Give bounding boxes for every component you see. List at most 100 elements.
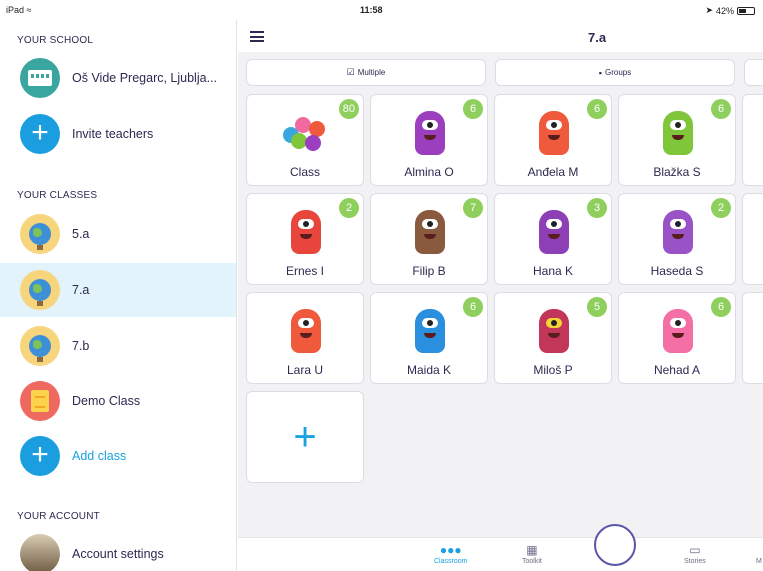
wifi-icon: ≈ (26, 5, 32, 15)
sidebar-item-demo-class[interactable]: Demo Class (0, 374, 236, 428)
student-card-partial[interactable] (742, 193, 763, 285)
monster-avatar (539, 309, 569, 353)
page-title: 7.a (588, 30, 607, 45)
clock: 11:58 (360, 5, 383, 15)
points-badge: 80 (338, 99, 359, 119)
points-badge: 3 (587, 198, 607, 218)
grid-icon: ▪ (598, 67, 602, 78)
points-badge: 5 (587, 297, 607, 317)
tab-stories[interactable]: ▭ Stories (684, 542, 706, 565)
class-label: 5.a (72, 227, 90, 241)
student-card[interactable]: 6 Anđela M (494, 94, 612, 186)
monster-avatar (539, 111, 569, 155)
add-student-button[interactable]: + (246, 391, 364, 483)
checkbox-icon: ☑ (346, 67, 355, 77)
bottom-tab-bar: ●●● Classroom ▦ Toolkit ▭ Stories M (238, 524, 763, 571)
globe-icon (20, 270, 60, 310)
student-name: Maida K (406, 363, 452, 377)
points-badge: 6 (587, 99, 607, 119)
account-section-title: YOUR ACCOUNT (17, 511, 100, 522)
points-badge: 2 (339, 198, 359, 218)
student-name: Class (289, 165, 320, 179)
student-name: Lara U (286, 363, 324, 377)
main-panel: 7.a ☑ Multiple ▪ Groups 80 Class 6 Almin… (238, 20, 763, 571)
student-name: Haseda S (650, 264, 704, 278)
school-name: Oš Vide Pregarc, Ljublja... (72, 71, 217, 85)
account-settings-button[interactable]: Account settings (0, 527, 236, 571)
device-label: iPad ≈ (6, 5, 32, 15)
class-monsters-icon (281, 113, 331, 155)
plus-icon: + (20, 436, 60, 476)
monster-avatar (291, 210, 321, 254)
globe-icon (20, 326, 60, 366)
monster-avatar (539, 210, 569, 254)
student-card[interactable]: 2 Ernes I (246, 193, 364, 285)
school-section-title: YOUR SCHOOL (17, 35, 94, 46)
student-card-partial[interactable] (742, 94, 763, 186)
account-settings-label: Account settings (72, 547, 164, 561)
student-card[interactable]: 2 Haseda S (618, 193, 736, 285)
points-badge: 6 (463, 99, 483, 119)
points-badge: 6 (463, 297, 483, 317)
monster-avatar (415, 111, 445, 155)
student-card[interactable]: 6 Maida K (370, 292, 488, 384)
add-class-button[interactable]: + Add class (0, 429, 236, 483)
class-label: 7.b (72, 339, 90, 353)
tab-toolkit[interactable]: ▦ Toolkit (522, 542, 542, 565)
student-name: Miloš P (533, 363, 573, 377)
groups-button[interactable]: ▪ Groups (495, 59, 735, 86)
stories-icon: ▭ (689, 543, 701, 557)
notebook-icon (20, 381, 60, 421)
classes-section-title: YOUR CLASSES (17, 190, 98, 201)
student-card-class[interactable]: 80 Class (246, 94, 364, 186)
points-badge: 7 (463, 198, 483, 218)
sidebar-item-class-7a[interactable]: 7.a (0, 263, 236, 317)
tab-classroom[interactable]: ●●● Classroom (434, 542, 467, 565)
monster-avatar (415, 309, 445, 353)
invite-teachers-button[interactable]: + Invite teachers (0, 107, 236, 161)
student-card[interactable]: 6 Blažka S (618, 94, 736, 186)
student-card[interactable]: 6 Nehad A (618, 292, 736, 384)
class-label: 7.a (72, 283, 90, 297)
top-bar: 7.a (238, 20, 763, 52)
center-action-button[interactable] (594, 524, 636, 566)
student-name: Ernes I (285, 264, 324, 278)
student-card[interactable]: Lara U (246, 292, 364, 384)
battery-icon (737, 6, 755, 15)
menu-icon[interactable] (250, 31, 264, 42)
account-avatar (20, 534, 60, 571)
battery-status: ➤ 42% (705, 5, 755, 16)
sidebar-item-school[interactable]: Oš Vide Pregarc, Ljublja... (0, 51, 236, 105)
sidebar-item-class-7b[interactable]: 7.b (0, 319, 236, 373)
student-name: Blažka S (653, 165, 701, 179)
globe-icon (20, 214, 60, 254)
points-badge: 6 (711, 297, 731, 317)
student-card[interactable]: 5 Miloš P (494, 292, 612, 384)
monster-avatar (663, 309, 693, 353)
points-badge: 2 (711, 198, 731, 218)
multiple-select-button[interactable]: ☑ Multiple (246, 59, 486, 86)
student-name: Almina O (404, 165, 454, 179)
more-tools-button[interactable] (744, 59, 763, 86)
school-icon (20, 58, 60, 98)
monster-avatar (291, 309, 321, 353)
student-card[interactable]: 7 Filip B (370, 193, 488, 285)
student-card-partial[interactable] (742, 292, 763, 384)
classroom-icon: ●●● (439, 543, 462, 557)
monster-avatar (663, 111, 693, 155)
class-label: Demo Class (72, 394, 141, 408)
plus-icon: + (20, 114, 60, 154)
toolkit-grid-icon: ▦ (526, 543, 538, 557)
monster-avatar (415, 210, 445, 254)
student-name: Anđela M (527, 165, 579, 179)
tab-more[interactable]: M (756, 542, 762, 565)
app-root: iPad ≈ 11:58 ➤ 42% YOUR SCHOOL Oš Vide P… (0, 0, 763, 571)
student-card[interactable]: 3 Hana K (494, 193, 612, 285)
invite-teachers-label: Invite teachers (72, 127, 154, 141)
student-name: Nehad A (653, 363, 701, 377)
student-name: Hana K (532, 264, 574, 278)
sidebar-item-class-5a[interactable]: 5.a (0, 207, 236, 261)
monster-avatar (663, 210, 693, 254)
points-badge: 6 (711, 99, 731, 119)
student-card[interactable]: 6 Almina O (370, 94, 488, 186)
